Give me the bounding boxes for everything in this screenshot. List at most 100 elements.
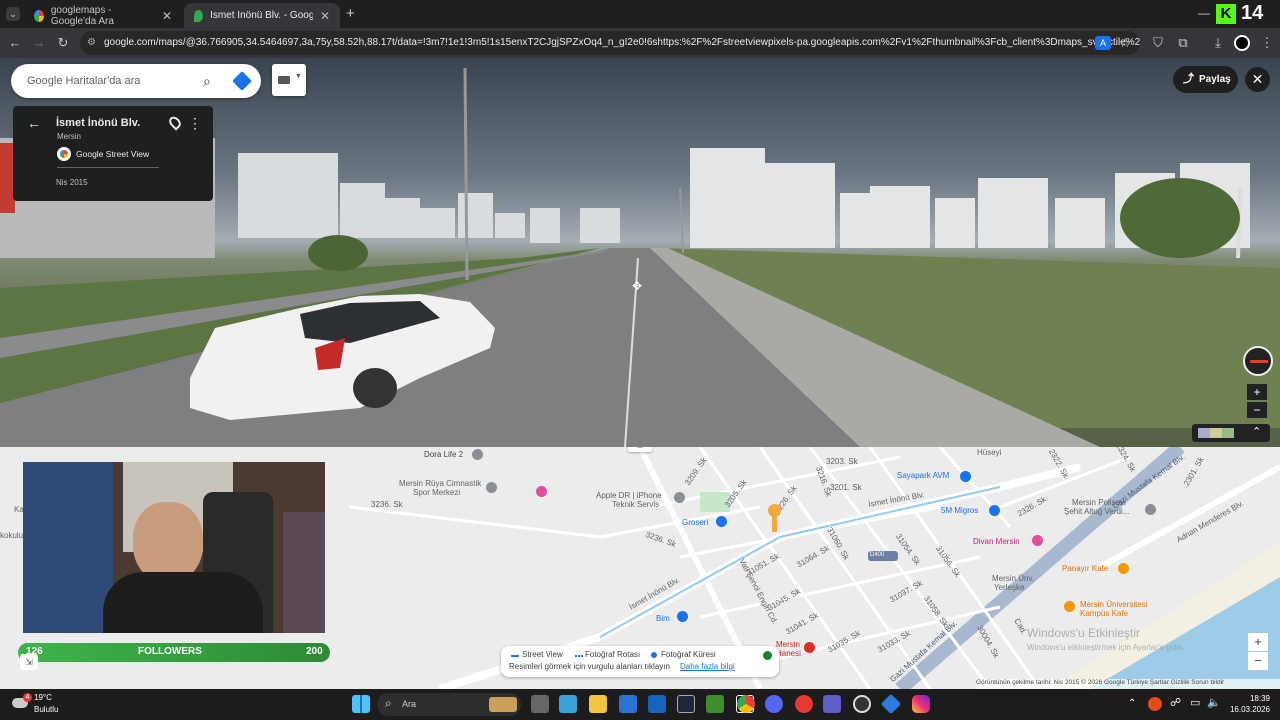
- tray-overflow-icon[interactable]: ⌃: [1128, 698, 1136, 709]
- bookmark-star-icon[interactable]: ☆: [1116, 34, 1134, 52]
- store-icon[interactable]: [619, 695, 637, 713]
- app-icon[interactable]: [880, 693, 902, 715]
- close-tab-icon[interactable]: ✕: [162, 9, 172, 23]
- forward-icon[interactable]: →: [30, 34, 48, 52]
- download-icon[interactable]: ⤓: [1209, 34, 1227, 52]
- pegman-location-marker[interactable]: [768, 504, 781, 534]
- shopping-pin-icon[interactable]: [536, 486, 547, 497]
- file-explorer-icon[interactable]: [589, 695, 607, 713]
- volume-icon[interactable]: 🔈: [1207, 696, 1221, 709]
- pin-icon[interactable]: [166, 114, 184, 131]
- map-attribution[interactable]: Görüntünün çekilme tarihi: Nis 2015 © 20…: [976, 679, 1280, 689]
- close-tab-icon[interactable]: ✕: [320, 9, 330, 23]
- widgets-icon[interactable]: [559, 695, 577, 713]
- weather-widget[interactable]: 4 19°C Bulutlu: [12, 692, 82, 718]
- tab-google-search[interactable]: googlemaps - Google'da Ara ✕: [24, 3, 182, 28]
- compass-icon[interactable]: [1243, 346, 1273, 376]
- extension-shield-icon[interactable]: ⛉: [1149, 34, 1167, 52]
- food-pin-icon[interactable]: [1118, 563, 1129, 574]
- steam-icon[interactable]: [677, 695, 695, 713]
- map-label[interactable]: Spor Merkezi: [413, 488, 460, 497]
- close-street-view-button[interactable]: ✕: [1245, 67, 1270, 92]
- tab-google-maps[interactable]: İsmet İnönü Blv. - Google Harit ✕: [184, 3, 340, 28]
- layers-toggle-button[interactable]: ⇲: [20, 654, 38, 670]
- extensions-icon[interactable]: ⧉: [1174, 34, 1192, 52]
- map-label[interactable]: Mersin Rüya Cimnastik: [399, 479, 481, 488]
- location-title[interactable]: İsmet İnönü Blv.: [56, 117, 140, 129]
- youtube-icon[interactable]: [795, 695, 813, 713]
- new-tab-button[interactable]: +: [346, 5, 355, 22]
- map-label[interactable]: Panayır Kafe: [1062, 564, 1108, 573]
- capture-date[interactable]: Nis 2015: [56, 178, 88, 187]
- windows-start-icon[interactable]: [352, 695, 370, 713]
- minecraft-icon[interactable]: [706, 695, 724, 713]
- map-label[interactable]: Teknik Servis: [612, 500, 659, 509]
- shop-pin-icon[interactable]: [716, 516, 727, 527]
- minimize-icon[interactable]: —: [1198, 6, 1210, 20]
- map-label[interactable]: Bim: [656, 614, 670, 623]
- keyboard-input-button[interactable]: ▼: [272, 64, 306, 96]
- task-view-icon[interactable]: [531, 695, 549, 713]
- map-label[interactable]: Sayapark AVM: [897, 471, 949, 480]
- map-label[interactable]: Dora Life 2: [424, 450, 463, 459]
- poi-pin-icon[interactable]: [486, 482, 497, 493]
- search-icon[interactable]: ⌕: [203, 64, 221, 98]
- reload-icon[interactable]: ↻: [54, 34, 72, 52]
- instagram-icon[interactable]: [912, 695, 930, 713]
- map-label[interactable]: Mersin: [776, 640, 800, 649]
- road-label: Hüseyi: [977, 448, 1002, 457]
- map-zoom-in-button[interactable]: +: [1248, 633, 1268, 651]
- legend-toggle-icon[interactable]: [763, 651, 772, 660]
- chrome-active-icon[interactable]: [737, 695, 755, 713]
- map-label[interactable]: Hanesi: [776, 649, 801, 658]
- hotel-pin-icon[interactable]: [1032, 535, 1043, 546]
- road-label: 3201. Sk: [830, 483, 862, 492]
- image-source[interactable]: Google Street View: [76, 149, 149, 159]
- hospital-pin-icon[interactable]: [804, 642, 815, 653]
- map-label[interactable]: 5M Migros: [941, 506, 978, 515]
- tray-app-icon[interactable]: [1148, 697, 1162, 711]
- teams-icon[interactable]: [823, 695, 841, 713]
- search-input[interactable]: Google Haritalar'da ara ⌕: [11, 64, 261, 98]
- pane-resize-handle[interactable]: ═: [628, 447, 652, 452]
- obs-icon[interactable]: [853, 695, 871, 713]
- taskbar-search-box[interactable]: ⌕ Ara: [377, 693, 521, 716]
- tab-search-icon[interactable]: ⌄: [6, 7, 20, 21]
- shop-pin-icon[interactable]: [677, 611, 688, 622]
- map-label[interactable]: Mersin Ünv.: [992, 574, 1034, 583]
- food-pin-icon[interactable]: [1064, 601, 1075, 612]
- poi-pin-icon[interactable]: [674, 492, 685, 503]
- map-label[interactable]: Kampüs Kafe: [1080, 609, 1128, 618]
- address-bar[interactable]: ⚙ google.com/maps/@36.766905,34.5464697,…: [80, 31, 1140, 55]
- back-arrow-icon[interactable]: ←: [27, 115, 41, 131]
- network-icon[interactable]: ☍: [1170, 696, 1181, 709]
- translate-icon[interactable]: A: [1095, 36, 1111, 50]
- sv-zoom-in-button[interactable]: +: [1247, 384, 1267, 400]
- directions-icon[interactable]: [232, 71, 252, 91]
- back-icon[interactable]: ←: [6, 34, 24, 52]
- map-label[interactable]: Yerleşke: [994, 583, 1024, 592]
- outlook-icon[interactable]: [648, 695, 666, 713]
- clock[interactable]: 18:39 16.03.2026: [1224, 693, 1270, 717]
- poi-pin-icon[interactable]: [472, 449, 483, 460]
- photo-strip-toggle[interactable]: ⌃: [1192, 424, 1270, 442]
- more-options-icon[interactable]: ⋮: [188, 115, 202, 132]
- map-label[interactable]: Mersin Üniversitesi: [1080, 600, 1148, 609]
- discord-icon[interactable]: [765, 695, 783, 713]
- share-button[interactable]: ⤴ Paylaş: [1173, 66, 1238, 93]
- map-label[interactable]: Groseri: [682, 518, 708, 527]
- legend-more-link[interactable]: Daha fazla bilgi: [680, 662, 735, 671]
- site-info-icon[interactable]: ⚙: [87, 31, 96, 55]
- shop-pin-icon[interactable]: [960, 471, 971, 482]
- map-label[interactable]: Divan Mersin: [973, 537, 1020, 546]
- display-icon[interactable]: ▭: [1190, 696, 1200, 709]
- tab-label: İsmet İnönü Blv. - Google Harit: [210, 10, 313, 21]
- sv-zoom-out-button[interactable]: −: [1247, 402, 1267, 418]
- profile-avatar[interactable]: [1234, 35, 1250, 51]
- map-zoom-out-button[interactable]: −: [1248, 652, 1268, 670]
- shop-pin-icon[interactable]: [989, 505, 1000, 516]
- map-label[interactable]: Şehit Altuğ Verdi...: [1064, 507, 1129, 516]
- map-label[interactable]: Apple DR | iPhone: [596, 491, 662, 500]
- poi-pin-icon[interactable]: [1145, 504, 1156, 515]
- browser-menu-icon[interactable]: ⋮: [1258, 34, 1276, 52]
